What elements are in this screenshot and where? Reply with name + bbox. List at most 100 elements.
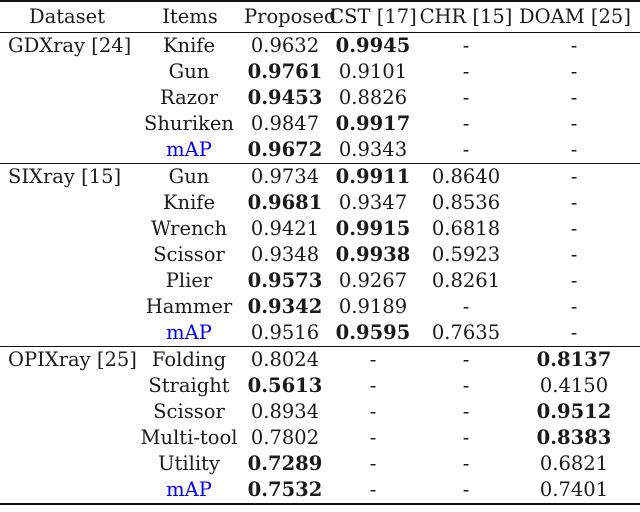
value-proposed: 0.9348 bbox=[250, 243, 320, 266]
dataset-cell-empty bbox=[0, 242, 138, 268]
table-row: Plier 0.9573 0.9267 0.8261 - bbox=[0, 268, 640, 294]
item-label: Shuriken bbox=[144, 112, 234, 135]
value-chr: 0.5923 bbox=[431, 243, 501, 266]
results-table-container: Dataset Items Proposed CST [17] CHR [15]… bbox=[0, 0, 640, 512]
item-label: Knife bbox=[138, 32, 242, 59]
item-label: Hammer bbox=[145, 295, 233, 318]
item-map-label: mAP bbox=[166, 138, 212, 161]
value-chr-empty: - bbox=[462, 374, 470, 397]
value-doam-empty: - bbox=[570, 138, 578, 161]
value-chr-empty: - bbox=[462, 112, 470, 135]
value-doam-empty: - bbox=[514, 32, 640, 59]
dataset-cell-empty bbox=[0, 425, 138, 451]
value-doam: 0.6821 bbox=[539, 452, 609, 475]
value-cst-empty: - bbox=[328, 346, 418, 373]
value-cst: 0.9101 bbox=[338, 60, 408, 83]
value-proposed: 0.9573 bbox=[247, 269, 323, 292]
value-proposed: 0.9632 bbox=[242, 32, 328, 59]
table-body: GDXray [24] Knife 0.9632 0.9945- - Gun 0.9761 0… bbox=[0, 32, 640, 505]
value-proposed: 0.9342 bbox=[247, 295, 323, 318]
table-row: Knife 0.9681 0.9347 0.8536 - bbox=[0, 190, 640, 216]
value-cst: 0.9343 bbox=[338, 138, 408, 161]
dataset-cell-empty bbox=[0, 373, 138, 399]
value-cst-empty: - bbox=[369, 452, 377, 475]
item-label: Multi-tool bbox=[140, 426, 238, 449]
value-chr: 0.6818 bbox=[431, 217, 501, 240]
results-table: Dataset Items Proposed CST [17] CHR [15]… bbox=[0, 0, 640, 505]
table-header: Dataset Items Proposed CST [17] CHR [15]… bbox=[0, 0, 640, 33]
value-proposed: 0.9681 bbox=[247, 191, 323, 214]
value-doam: 0.4150 bbox=[539, 374, 609, 397]
value-cst: 0.8826 bbox=[338, 86, 408, 109]
value-chr-empty: - bbox=[418, 346, 514, 373]
dataset-cell-empty bbox=[0, 111, 138, 137]
value-cst-empty: - bbox=[369, 400, 377, 423]
table-row: mAP 0.7532- -0.7401 bbox=[0, 477, 640, 505]
table-row: SIXray [15] Gun 0.9734 0.9911 0.8640- bbox=[0, 163, 640, 190]
table-row: Straight 0.5613 - - 0.4150 bbox=[0, 373, 640, 399]
value-doam: 0.7401 bbox=[514, 477, 640, 505]
value-doam: 0.9512 bbox=[536, 400, 612, 423]
value-doam-empty: - bbox=[570, 191, 578, 214]
value-doam: 0.8137 bbox=[514, 346, 640, 373]
value-chr-empty: - bbox=[462, 426, 470, 449]
value-proposed: 0.9734 bbox=[242, 163, 328, 190]
value-chr: 0.7635 bbox=[431, 321, 501, 344]
item-label: Knife bbox=[162, 191, 216, 214]
value-chr-empty: - bbox=[462, 295, 470, 318]
column-header-proposed: Proposed bbox=[242, 0, 336, 33]
value-doam-empty: - bbox=[570, 269, 578, 292]
dataset-group-label: OPIXray [25] bbox=[0, 346, 138, 373]
table-row: GDXray [24] Knife 0.9632 0.9945- - bbox=[0, 32, 640, 59]
value-cst: 0.9938 bbox=[335, 243, 411, 266]
column-header-doam: DOAM [25] bbox=[514, 0, 640, 33]
value-chr-empty: - bbox=[462, 86, 470, 109]
dataset-cell-empty bbox=[0, 59, 138, 85]
value-chr-empty: - bbox=[418, 32, 514, 59]
table-row: Multi-tool 0.7802 - - 0.8383 bbox=[0, 425, 640, 451]
dataset-group-label: SIXray [15] bbox=[0, 163, 138, 190]
value-proposed: 0.8024 bbox=[242, 346, 328, 373]
value-chr: 0.8536 bbox=[431, 191, 501, 214]
table-row: Utility 0.7289 - - 0.6821 bbox=[0, 451, 640, 477]
item-label: Scissor bbox=[153, 243, 225, 266]
dataset-cell-empty bbox=[0, 190, 138, 216]
value-doam-empty: - bbox=[570, 86, 578, 109]
dataset-cell-empty bbox=[0, 451, 138, 477]
value-chr-empty: - bbox=[462, 400, 470, 423]
table-row: Razor 0.9453 0.8826 - - bbox=[0, 85, 640, 111]
value-proposed: 0.7289 bbox=[247, 452, 323, 475]
dataset-cell-empty bbox=[0, 137, 138, 164]
value-proposed: 0.9516 bbox=[250, 321, 320, 344]
value-doam-empty: - bbox=[570, 112, 578, 135]
value-proposed: 0.7532 bbox=[242, 477, 328, 505]
item-label: Utility bbox=[158, 452, 220, 475]
item-label: Gun bbox=[138, 163, 242, 190]
value-cst: 0.9347 bbox=[338, 191, 408, 214]
table-row: mAP 0.9516 0.9595 0.7635 - bbox=[0, 320, 640, 347]
item-label: Straight bbox=[148, 374, 230, 397]
dataset-cell-empty bbox=[0, 477, 138, 505]
value-cst-empty: - bbox=[328, 477, 418, 505]
column-header-chr: CHR [15] bbox=[418, 0, 514, 33]
value-doam-empty: - bbox=[514, 163, 640, 190]
value-doam-empty: - bbox=[570, 295, 578, 318]
item-label: Razor bbox=[159, 86, 219, 109]
table-row: Wrench 0.9421 0.9915 0.6818 - bbox=[0, 216, 640, 242]
dataset-group-label: GDXray [24] bbox=[0, 32, 138, 59]
dataset-cell-empty bbox=[0, 294, 138, 320]
value-doam-empty: - bbox=[570, 60, 578, 83]
table-row: Scissor 0.9348 0.9938 0.5923 - bbox=[0, 242, 640, 268]
item-map-label: mAP bbox=[138, 477, 242, 505]
value-chr: 0.8640 bbox=[418, 163, 514, 190]
value-proposed: 0.5613 bbox=[247, 374, 323, 397]
item-label: Plier bbox=[165, 269, 213, 292]
value-chr-empty: - bbox=[418, 477, 514, 505]
item-map-label: mAP bbox=[166, 321, 212, 344]
table-header-row: Dataset Items Proposed CST [17] CHR [15]… bbox=[0, 0, 640, 33]
value-cst: 0.9595 bbox=[335, 321, 411, 344]
column-header-cst: CST [17] bbox=[328, 0, 418, 33]
value-chr-empty: - bbox=[462, 60, 470, 83]
table-row: Hammer 0.9342 0.9189 - - bbox=[0, 294, 640, 320]
value-cst: 0.9915 bbox=[335, 217, 411, 240]
